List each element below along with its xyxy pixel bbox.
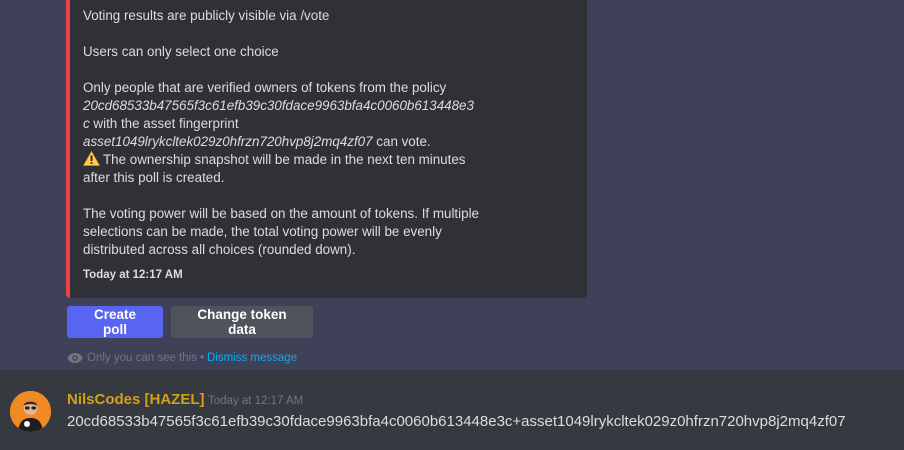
user-message: [0, 370, 904, 450]
ephemeral-note-text: Only you can see this: [87, 352, 197, 364]
can-vote-text: can vote.: [372, 134, 431, 149]
dismiss-message-link[interactable]: Dismiss message: [207, 350, 297, 366]
poll-embed: Voting results are publicly visible via …: [66, 0, 587, 298]
embed-timestamp: Today at 12:17 AM: [83, 269, 183, 281]
fingerprint-intro: with the asset fingerprint: [89, 116, 239, 131]
ephemeral-note-separator: •: [199, 352, 204, 364]
policy-id-end: c: [83, 116, 90, 131]
voting-power-line-3: distributed across all choices (rounded …: [83, 242, 356, 257]
voting-power-line-1: The voting power will be based on the am…: [83, 206, 479, 221]
snapshot-line-2: after this poll is created.: [83, 170, 225, 185]
warning-icon: [82, 150, 101, 166]
policy-id: 20cd68533b47565f3c61efb39c30fdace9963bfa…: [83, 98, 474, 113]
embed-single-choice-line: Users can only select one choice: [83, 44, 279, 59]
message-content: 20cd68533b47565f3c61efb39c30fdace9963bfa…: [67, 413, 846, 430]
message-username[interactable]: NilsCodes [HAZEL]: [67, 390, 205, 410]
create-poll-button[interactable]: Create poll: [67, 306, 163, 338]
change-token-data-button[interactable]: Change token data: [171, 306, 313, 338]
embed-policy-intro: Only people that are verified owners of …: [83, 80, 447, 95]
message-timestamp: Today at 12:17 AM: [208, 395, 304, 407]
eye-icon: [67, 353, 83, 363]
asset-fingerprint: asset1049lrykcltek029z0hfrzn720hvp8j2mq4…: [83, 134, 373, 149]
embed-visibility-line: Voting results are publicly visible via …: [83, 8, 330, 23]
snapshot-line-1: The ownership snapshot will be made in t…: [103, 152, 466, 167]
voting-power-line-2: selections can be made, the total voting…: [83, 224, 442, 239]
ephemeral-note: Only you can see this • Dismiss message: [67, 350, 297, 366]
avatar[interactable]: [10, 391, 51, 432]
